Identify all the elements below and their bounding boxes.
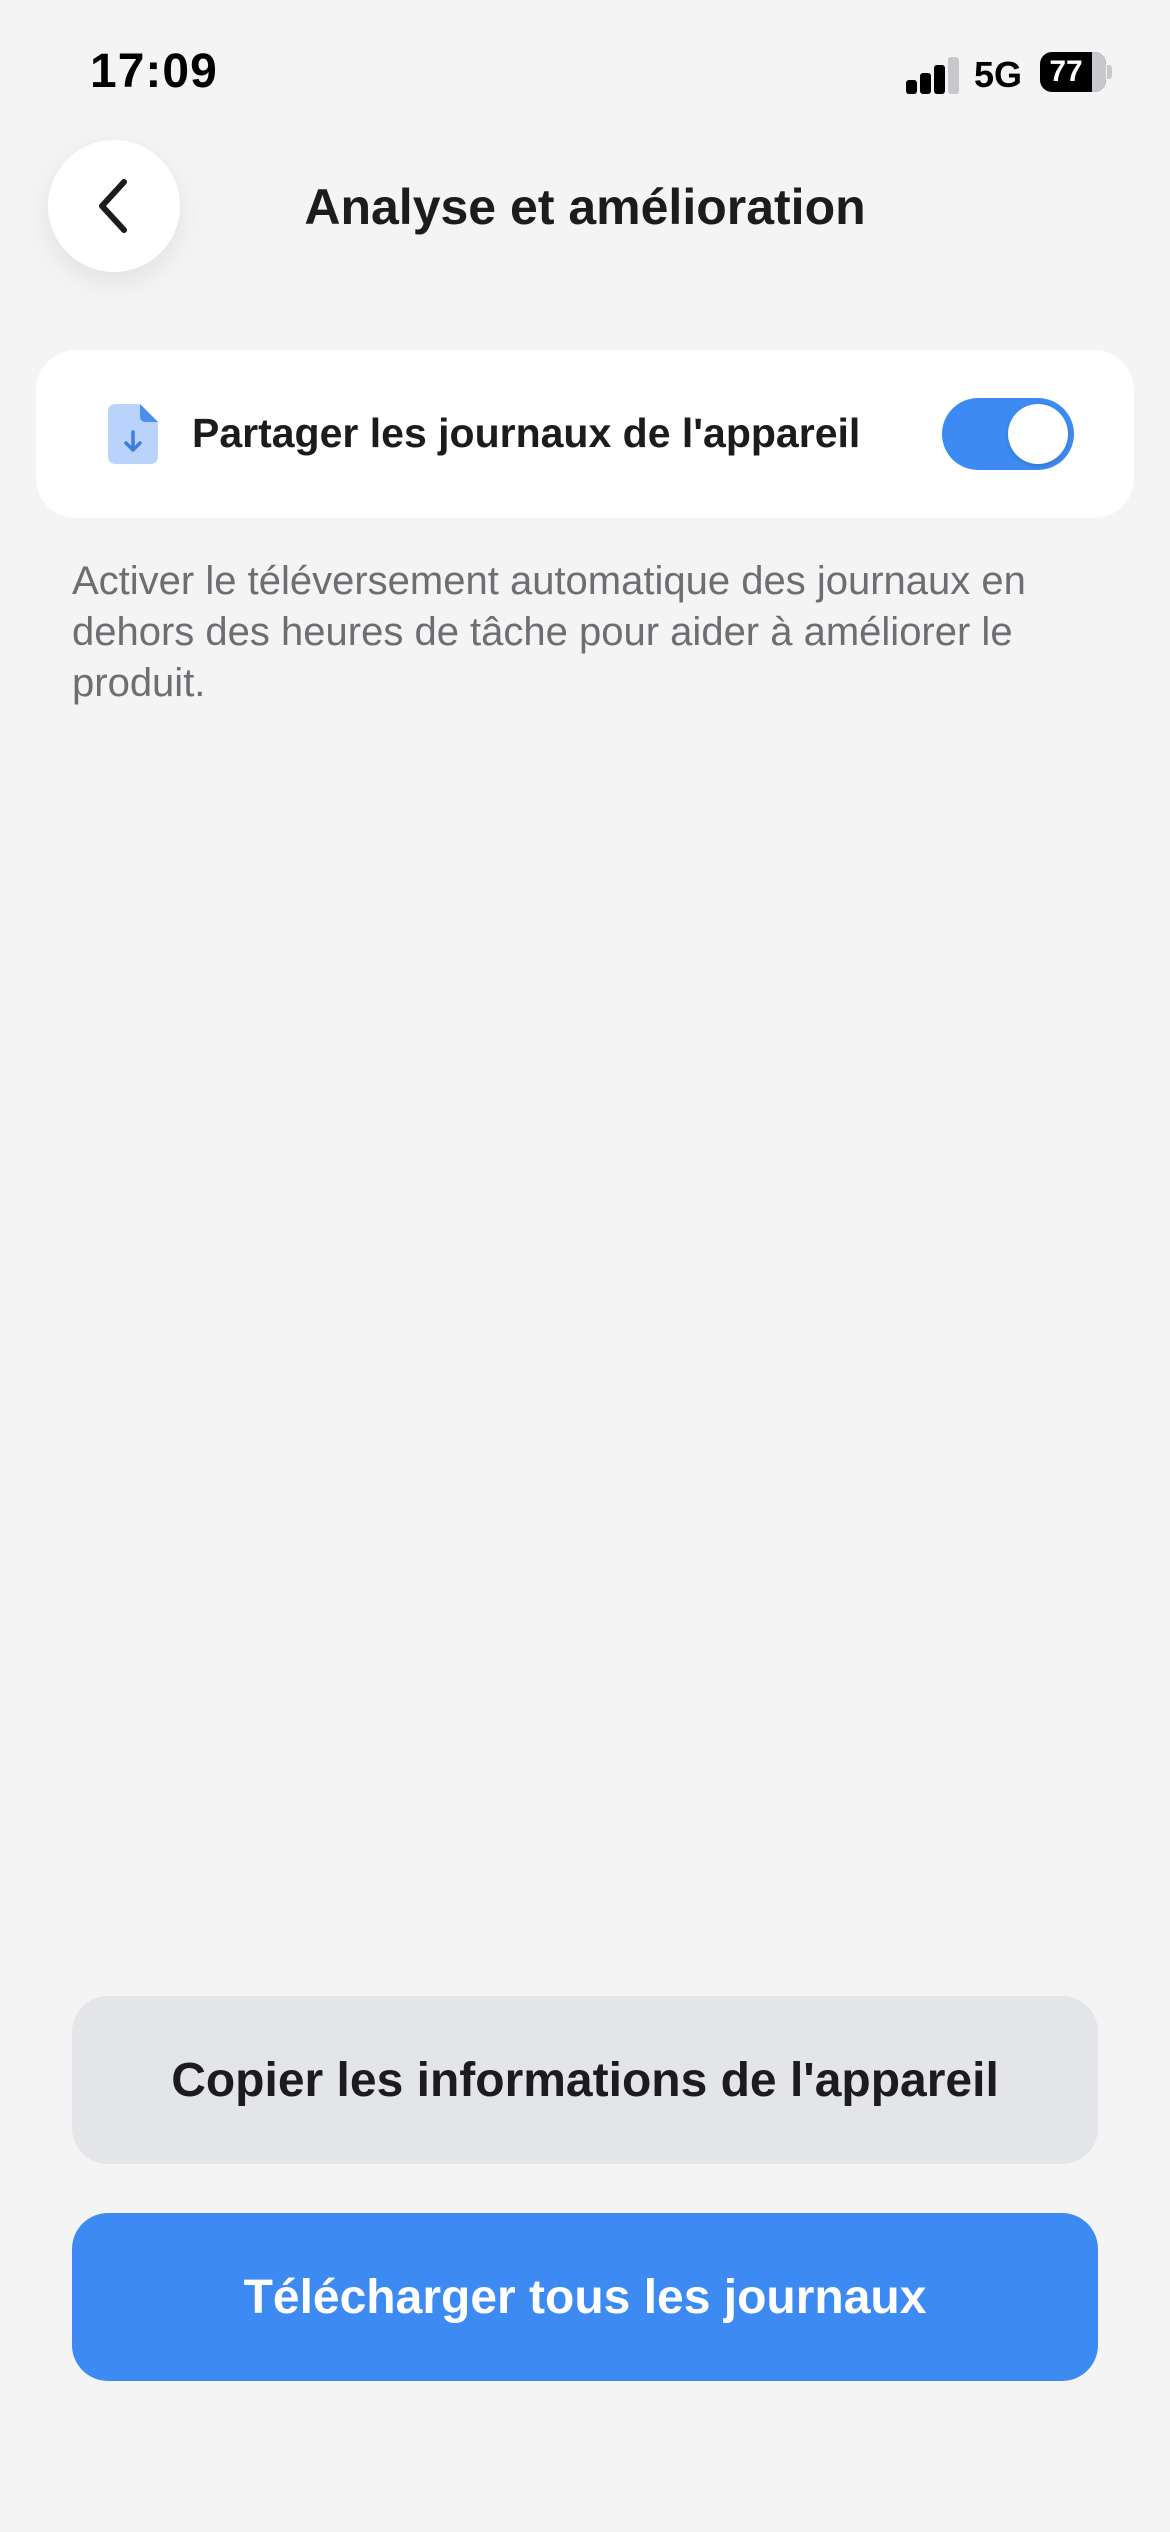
battery-icon: 77 <box>1040 52 1112 92</box>
share-logs-label: Partager les journaux de l'appareil <box>192 410 861 456</box>
status-time: 17:09 <box>90 45 218 98</box>
signal-icon <box>906 56 960 94</box>
copy-device-info-button[interactable]: Copier les informations de l'appareil <box>72 1996 1098 2164</box>
download-all-logs-button[interactable]: Télécharger tous les journaux <box>72 2213 1098 2381</box>
share-logs-toggle[interactable] <box>942 398 1074 470</box>
share-logs-description: Activer le téléversement automatique des… <box>72 559 1026 705</box>
back-button[interactable] <box>48 140 180 272</box>
network-type: 5G <box>974 54 1023 95</box>
screen: 17:09 5G 77 Analyse et amélioration Part… <box>0 0 1170 2532</box>
status-bar: 17:09 5G 77 <box>0 0 1170 150</box>
chevron-left-icon <box>99 179 127 233</box>
page-title: Analyse et amélioration <box>304 179 866 235</box>
share-logs-row: Partager les journaux de l'appareil <box>36 350 1134 518</box>
file-download-icon <box>108 404 158 464</box>
battery-level: 77 <box>1049 55 1083 88</box>
toggle-knob <box>1008 404 1068 464</box>
